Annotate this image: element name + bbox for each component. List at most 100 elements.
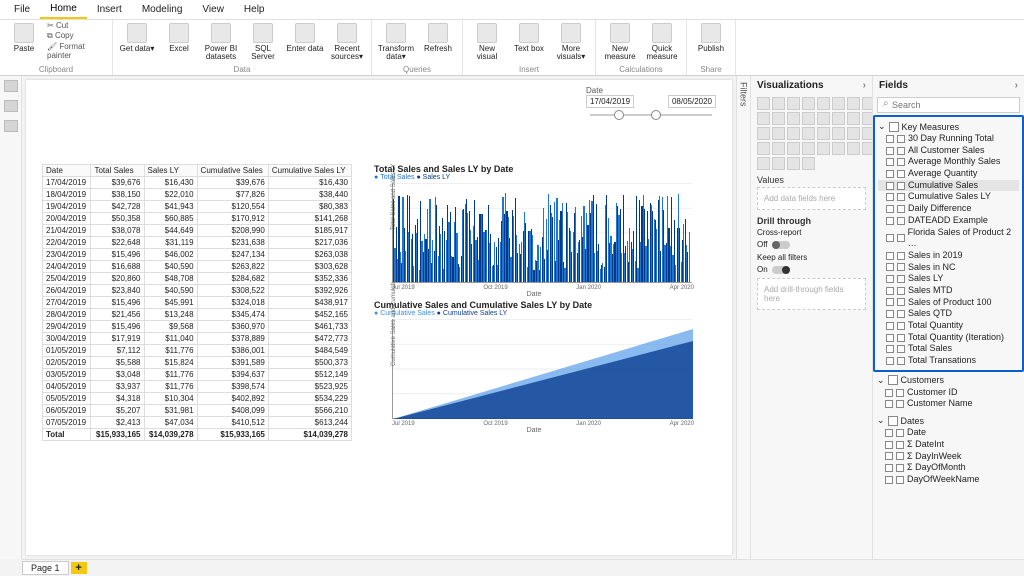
viz-type-14[interactable] <box>847 112 860 125</box>
field-sales-of-product-100[interactable]: Sales of Product 100 <box>878 297 1019 309</box>
viz-type-19[interactable] <box>802 127 815 140</box>
viz-type-25[interactable] <box>772 142 785 155</box>
table-row[interactable]: 03/05/2019$3,048$11,776$394,637$512,149 <box>43 369 352 381</box>
table-row[interactable]: 07/05/2019$2,413$47,034$410,512$613,244 <box>43 417 352 429</box>
ribbon-power-bi-datasets[interactable]: Power BI datasets <box>202 21 240 61</box>
field-dateint[interactable]: Σ DateInt <box>877 439 1020 451</box>
field-sales-ly[interactable]: Sales LY <box>878 273 1019 285</box>
ribbon-quick-measure[interactable]: Quick measure <box>643 21 681 61</box>
fields-search-input[interactable] <box>877 97 1020 113</box>
ribbon-refresh[interactable]: Refresh <box>419 21 457 53</box>
field-date[interactable]: Date <box>877 427 1020 439</box>
viz-type-1[interactable] <box>772 97 785 110</box>
viz-type-22[interactable] <box>847 127 860 140</box>
viz-type-20[interactable] <box>817 127 830 140</box>
table-row[interactable]: 06/05/2019$5,207$31,981$408,099$566,210 <box>43 405 352 417</box>
field-dayinweek[interactable]: Σ DayInWeek <box>877 451 1020 463</box>
slicer-from[interactable]: 17/04/2019 <box>586 95 634 108</box>
table-row[interactable]: 29/04/2019$15,496$9,568$360,970$461,733 <box>43 321 352 333</box>
table-row[interactable]: 05/05/2019$4,318$10,304$402,892$534,229 <box>43 393 352 405</box>
field-total-quantity[interactable]: Total Quantity <box>878 320 1019 332</box>
table-row[interactable]: 20/04/2019$50,358$60,885$170,912$141,268 <box>43 213 352 225</box>
viz-type-13[interactable] <box>832 112 845 125</box>
chart-total-sales[interactable]: Total Sales and Sales LY by Date Total S… <box>374 164 694 298</box>
field-daily-difference[interactable]: Daily Difference <box>878 203 1019 215</box>
viz-type-10[interactable] <box>787 112 800 125</box>
table-row[interactable]: 23/04/2019$15,496$46,002$247,134$263,038 <box>43 249 352 261</box>
ribbon-excel[interactable]: Excel <box>160 21 198 53</box>
viz-type-9[interactable] <box>772 112 785 125</box>
table-row[interactable]: 21/04/2019$38,078$44,649$208,990$185,917 <box>43 225 352 237</box>
date-slicer[interactable]: Date 17/04/2019 08/05/2020 <box>586 86 716 122</box>
report-canvas[interactable]: Date 17/04/2019 08/05/2020 DateTotal Sal… <box>26 80 732 555</box>
field-cumulative-sales[interactable]: Cumulative Sales <box>878 180 1019 192</box>
menu-view[interactable]: View <box>192 1 234 18</box>
ribbon-enter-data[interactable]: Enter data <box>286 21 324 53</box>
viz-type-27[interactable] <box>802 142 815 155</box>
field-sales-qtd[interactable]: Sales QTD <box>878 308 1019 320</box>
viz-type-21[interactable] <box>832 127 845 140</box>
table-row[interactable]: 22/04/2019$22,648$31,119$231,638$217,036 <box>43 237 352 249</box>
table-row[interactable]: 18/04/2019$38,150$22,010$77,826$38,440 <box>43 189 352 201</box>
format-painter-button[interactable]: 🖌 Format painter <box>47 42 107 60</box>
ribbon-publish[interactable]: Publish <box>692 21 730 53</box>
field-total-sales[interactable]: Total Sales <box>878 343 1019 355</box>
field-dayofweekname[interactable]: DayOfWeekName <box>877 474 1020 486</box>
viz-type-0[interactable] <box>757 97 770 110</box>
field-average-quantity[interactable]: Average Quantity <box>878 168 1019 180</box>
field-customer-id[interactable]: Customer ID <box>877 387 1020 399</box>
field-sales-in-nc[interactable]: Sales in NC <box>878 262 1019 274</box>
table-row[interactable]: 17/04/2019$39,676$16,430$39,676$16,430 <box>43 177 352 189</box>
field-cumulative-sales-ly[interactable]: Cumulative Sales LY <box>878 191 1019 203</box>
menu-file[interactable]: File <box>4 1 40 18</box>
viz-type-4[interactable] <box>817 97 830 110</box>
ribbon-transform-data-[interactable]: Transform data▾ <box>377 21 415 61</box>
viz-type-30[interactable] <box>847 142 860 155</box>
ribbon-new-measure[interactable]: New measure <box>601 21 639 61</box>
viz-type-18[interactable] <box>787 127 800 140</box>
page-tab[interactable]: Page 1 <box>22 561 69 575</box>
viz-type-11[interactable] <box>802 112 815 125</box>
menu-help[interactable]: Help <box>234 1 275 18</box>
filters-pane-collapsed[interactable]: Filters <box>736 76 750 559</box>
field-dateadd-example[interactable]: DATEADD Example <box>878 215 1019 227</box>
ribbon-text-box[interactable]: Text box <box>510 21 548 53</box>
keep-filters-toggle[interactable]: On <box>757 265 866 274</box>
viz-type-2[interactable] <box>787 97 800 110</box>
slicer-to[interactable]: 08/05/2020 <box>668 95 716 108</box>
menu-insert[interactable]: Insert <box>87 1 132 18</box>
field-florida-sales-of-product-2-[interactable]: Florida Sales of Product 2 … <box>878 227 1019 250</box>
drillthrough-well[interactable]: Add drill-through fields here <box>757 278 866 310</box>
slicer-track[interactable] <box>590 114 712 116</box>
viz-type-8[interactable] <box>757 112 770 125</box>
field-average-monthly-sales[interactable]: Average Monthly Sales <box>878 156 1019 168</box>
table-row[interactable]: 24/04/2019$16,688$40,590$263,822$303,628 <box>43 261 352 273</box>
viz-type-12[interactable] <box>817 112 830 125</box>
table-row[interactable]: 02/05/2019$5,588$15,824$391,589$500,373 <box>43 357 352 369</box>
viz-type-17[interactable] <box>772 127 785 140</box>
paste-button[interactable]: Paste <box>5 21 43 53</box>
field-table-customers[interactable]: ⌄Customers <box>877 374 1020 387</box>
viz-type-3[interactable] <box>802 97 815 110</box>
table-row[interactable]: 19/04/2019$42,728$41,943$120,554$80,383 <box>43 201 352 213</box>
field-sales-in-2019[interactable]: Sales in 2019 <box>878 250 1019 262</box>
ribbon-sql-server[interactable]: SQL Server <box>244 21 282 61</box>
table-row[interactable]: 27/04/2019$15,496$45,991$324,018$438,917 <box>43 297 352 309</box>
chevron-right-icon[interactable]: › <box>1015 80 1018 91</box>
field-table-dates[interactable]: ⌄Dates <box>877 414 1020 427</box>
ribbon-new-visual[interactable]: New visual <box>468 21 506 61</box>
data-view-icon[interactable] <box>4 100 18 112</box>
viz-type-26[interactable] <box>787 142 800 155</box>
field-total-transations[interactable]: Total Transations <box>878 355 1019 367</box>
cross-report-toggle[interactable]: Off <box>757 240 866 249</box>
viz-type-6[interactable] <box>847 97 860 110</box>
viz-type-16[interactable] <box>757 127 770 140</box>
values-well[interactable]: Add data fields here <box>757 187 866 210</box>
field-total-quantity-iteration-[interactable]: Total Quantity (Iteration) <box>878 332 1019 344</box>
field-all-customer-sales[interactable]: All Customer Sales <box>878 145 1019 157</box>
table-row[interactable]: 25/04/2019$20,860$48,708$284,682$352,336 <box>43 273 352 285</box>
table-row[interactable]: 26/04/2019$23,840$40,590$308,522$392,926 <box>43 285 352 297</box>
viz-type-29[interactable] <box>832 142 845 155</box>
field-dayofmonth[interactable]: Σ DayOfMonth <box>877 462 1020 474</box>
ribbon-recent-sources-[interactable]: Recent sources▾ <box>328 21 366 61</box>
